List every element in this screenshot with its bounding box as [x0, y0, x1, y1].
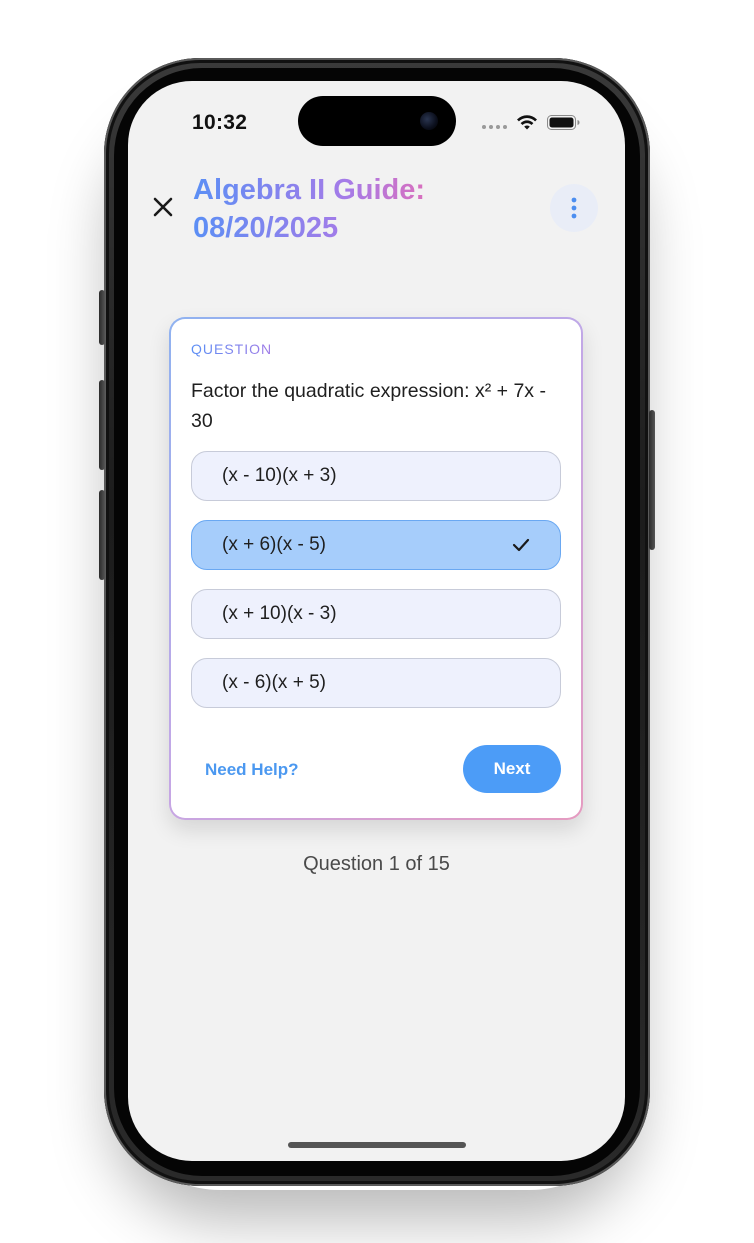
volume-up-button: [99, 380, 105, 470]
more-vertical-icon: [571, 197, 577, 219]
answer-option-2[interactable]: (x + 6)(x - 5): [191, 520, 561, 570]
answer-option-1[interactable]: (x - 10)(x + 3): [191, 451, 561, 501]
front-camera-icon: [420, 112, 438, 130]
device-stage: 10:32 Algebra II Guide: 08/20/2025 QUEST…: [0, 0, 754, 1243]
app-screen: 10:32 Algebra II Guide: 08/20/2025 QUEST…: [128, 81, 625, 1161]
question-card: QUESTION Factor the quadratic expression…: [169, 317, 583, 820]
next-button[interactable]: Next: [463, 745, 561, 793]
signal-icon: [482, 125, 507, 129]
answer-option-label: (x + 10)(x - 3): [222, 603, 337, 624]
question-progress: Question 1 of 15: [303, 853, 450, 875]
volume-down-button: [99, 490, 105, 580]
battery-icon: [547, 115, 580, 130]
status-time: 10:32: [192, 111, 248, 134]
answer-option-label: (x + 6)(x - 5): [222, 534, 326, 555]
wifi-icon: [517, 115, 537, 130]
close-icon[interactable]: [150, 194, 176, 220]
power-button: [649, 410, 655, 550]
question-kicker: QUESTION: [191, 341, 273, 357]
answer-option-4[interactable]: (x - 6)(x + 5): [191, 658, 561, 708]
answer-option-label: (x - 6)(x + 5): [222, 672, 326, 693]
question-card-body: QUESTION Factor the quadratic expression…: [171, 319, 581, 818]
dynamic-island: [298, 96, 456, 146]
more-options-button[interactable]: [550, 184, 598, 232]
answer-option-label: (x - 10)(x + 3): [222, 465, 337, 486]
page-title: Algebra II Guide: 08/20/2025: [193, 171, 533, 247]
action-button: [99, 290, 105, 345]
question-text: Factor the quadratic expression: x² + 7x…: [191, 380, 546, 432]
home-indicator[interactable]: [288, 1142, 466, 1148]
answer-option-3[interactable]: (x + 10)(x - 3): [191, 589, 561, 639]
need-help-link[interactable]: Need Help?: [205, 760, 299, 780]
check-icon: [512, 538, 530, 552]
